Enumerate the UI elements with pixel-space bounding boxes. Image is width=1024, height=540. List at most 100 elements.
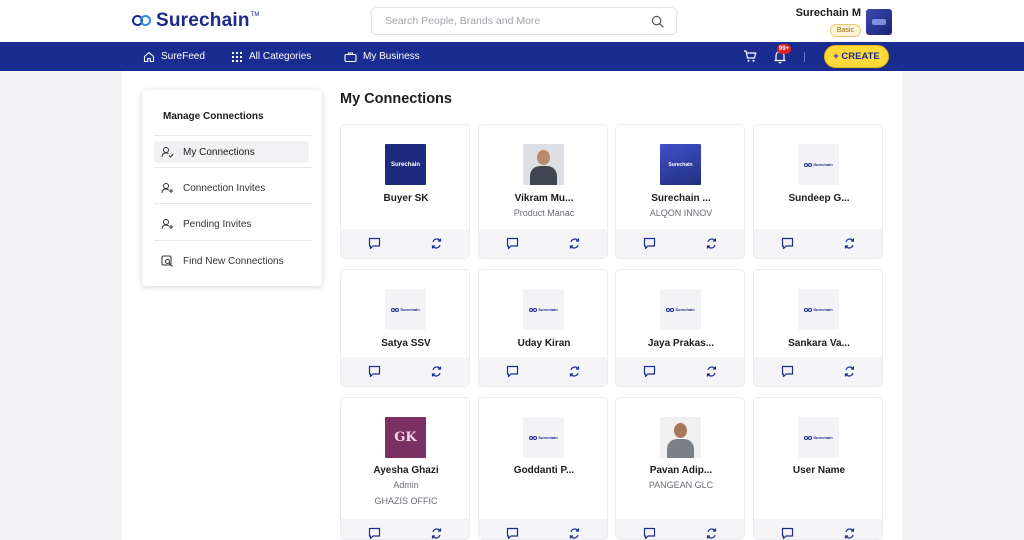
- connection-name[interactable]: Sundeep G...: [758, 193, 880, 204]
- connection-card[interactable]: Surechain Buyer SK: [340, 124, 470, 259]
- search-input[interactable]: [385, 8, 645, 34]
- sidebar-item-connection-invites[interactable]: Connection Invites: [154, 177, 309, 199]
- connection-card[interactable]: Surechain User Name: [753, 397, 883, 540]
- connection-image: Surechain: [798, 144, 839, 185]
- nav-surefeed[interactable]: SureFeed: [143, 42, 205, 71]
- connection-image: Surechain: [523, 417, 564, 458]
- message-icon[interactable]: [643, 527, 656, 540]
- sidebar-item-label: Connection Invites: [183, 182, 266, 194]
- logo-text: Surechain: [156, 10, 250, 31]
- sidebar-item-pending-invites[interactable]: Pending Invites: [154, 213, 309, 235]
- cart-icon[interactable]: [743, 49, 757, 63]
- connection-card[interactable]: Pavan Adip... PANGEAN GLC: [615, 397, 745, 540]
- connection-name[interactable]: Jaya Prakas...: [620, 338, 742, 349]
- message-icon[interactable]: [368, 365, 381, 378]
- user-name: Surechain M: [795, 7, 861, 19]
- message-icon[interactable]: [368, 527, 381, 540]
- home-icon: [143, 51, 155, 62]
- page-title: My Connections: [340, 91, 452, 107]
- connection-sync-icon[interactable]: [705, 527, 718, 540]
- card-actions: [616, 357, 744, 386]
- connection-name[interactable]: Surechain ...: [620, 193, 742, 204]
- logo-mark-icon: [132, 14, 152, 28]
- user-avatar[interactable]: [866, 9, 892, 35]
- connection-name[interactable]: User Name: [758, 465, 880, 476]
- user-profile[interactable]: Surechain M Basic: [796, 7, 892, 37]
- message-icon[interactable]: [643, 365, 656, 378]
- connection-subtitle: PANGEAN GLC: [648, 480, 714, 490]
- connection-name[interactable]: Uday Kiran: [483, 338, 605, 349]
- connection-image: Surechain: [660, 144, 701, 185]
- connection-sync-icon[interactable]: [843, 365, 856, 378]
- connection-sync-icon[interactable]: [430, 237, 443, 250]
- connection-sync-icon[interactable]: [430, 527, 443, 540]
- card-actions: [616, 519, 744, 540]
- user-check-icon: [161, 147, 174, 158]
- connection-card[interactable]: Surechain Satya SSV: [340, 269, 470, 387]
- connection-sync-icon[interactable]: [568, 365, 581, 378]
- user-plus-icon: [161, 219, 173, 230]
- connection-card[interactable]: Surechain Sundeep G...: [753, 124, 883, 259]
- connection-card[interactable]: Surechain Sankara Va...: [753, 269, 883, 387]
- card-actions: [479, 229, 607, 258]
- connection-card[interactable]: GK Ayesha Ghazi Admin GHAZIS OFFIC: [340, 397, 470, 540]
- connection-card[interactable]: Surechain Surechain ... ALQON INNOV: [615, 124, 745, 259]
- connection-image: Surechain: [798, 417, 839, 458]
- panel-title: Manage Connections: [163, 111, 264, 122]
- divider: [154, 167, 312, 168]
- connection-sync-icon[interactable]: [568, 237, 581, 250]
- sidebar-item-my-connections[interactable]: My Connections: [154, 141, 309, 163]
- search-icon[interactable]: [651, 15, 664, 28]
- card-actions: [341, 519, 469, 540]
- connection-subtitle: Admin: [393, 480, 419, 490]
- connection-sync-icon[interactable]: [705, 237, 718, 250]
- connection-image: Surechain: [385, 144, 426, 185]
- connection-sync-icon[interactable]: [705, 365, 718, 378]
- connection-image: Surechain: [523, 289, 564, 330]
- connection-name[interactable]: Buyer SK: [345, 193, 467, 204]
- connection-card[interactable]: Surechain Goddanti P...: [478, 397, 608, 540]
- card-actions: [754, 357, 882, 386]
- manage-connections-panel: Manage Connections My Connections Connec…: [142, 90, 322, 286]
- plan-badge: Basic: [829, 24, 861, 37]
- message-icon[interactable]: [781, 527, 794, 540]
- message-icon[interactable]: [506, 237, 519, 250]
- connection-name[interactable]: Satya SSV: [345, 338, 467, 349]
- card-actions: [341, 229, 469, 258]
- user-plus-icon: [161, 183, 173, 194]
- connection-name[interactable]: Goddanti P...: [483, 465, 605, 476]
- logo-trademark: TM: [250, 12, 260, 18]
- message-icon[interactable]: [506, 527, 519, 540]
- connection-card[interactable]: Surechain Jaya Prakas...: [615, 269, 745, 387]
- message-icon[interactable]: [643, 237, 656, 250]
- message-icon[interactable]: [781, 237, 794, 250]
- connection-name[interactable]: Vikram Mu...: [483, 193, 605, 204]
- connection-name[interactable]: Ayesha Ghazi: [345, 465, 467, 476]
- nav-all-categories[interactable]: All Categories: [231, 42, 311, 71]
- divider: [154, 240, 312, 241]
- surechain-logo[interactable]: Surechain TM: [132, 10, 259, 32]
- message-icon[interactable]: [506, 365, 519, 378]
- connection-image: [660, 417, 701, 458]
- connection-sync-icon[interactable]: [843, 527, 856, 540]
- connection-sync-icon[interactable]: [430, 365, 443, 378]
- connection-name[interactable]: Sankara Va...: [758, 338, 880, 349]
- nav-my-business[interactable]: My Business: [344, 42, 420, 71]
- connection-image: [523, 144, 564, 185]
- card-actions: [616, 229, 744, 258]
- card-actions: [479, 357, 607, 386]
- connection-image: GK: [385, 417, 426, 458]
- message-icon[interactable]: [368, 237, 381, 250]
- sidebar-item-label: Find New Connections: [183, 255, 284, 267]
- connection-name[interactable]: Pavan Adip...: [620, 465, 742, 476]
- sidebar-item-label: Pending Invites: [183, 218, 252, 230]
- card-actions: [754, 229, 882, 258]
- connection-sync-icon[interactable]: [568, 527, 581, 540]
- sidebar-item-find-new-connections[interactable]: Find New Connections: [154, 250, 309, 272]
- connection-sync-icon[interactable]: [843, 237, 856, 250]
- message-icon[interactable]: [781, 365, 794, 378]
- create-button[interactable]: + CREATE: [824, 45, 889, 68]
- divider: [154, 135, 312, 136]
- connection-card[interactable]: Vikram Mu... Product Manac: [478, 124, 608, 259]
- connection-card[interactable]: Surechain Uday Kiran: [478, 269, 608, 387]
